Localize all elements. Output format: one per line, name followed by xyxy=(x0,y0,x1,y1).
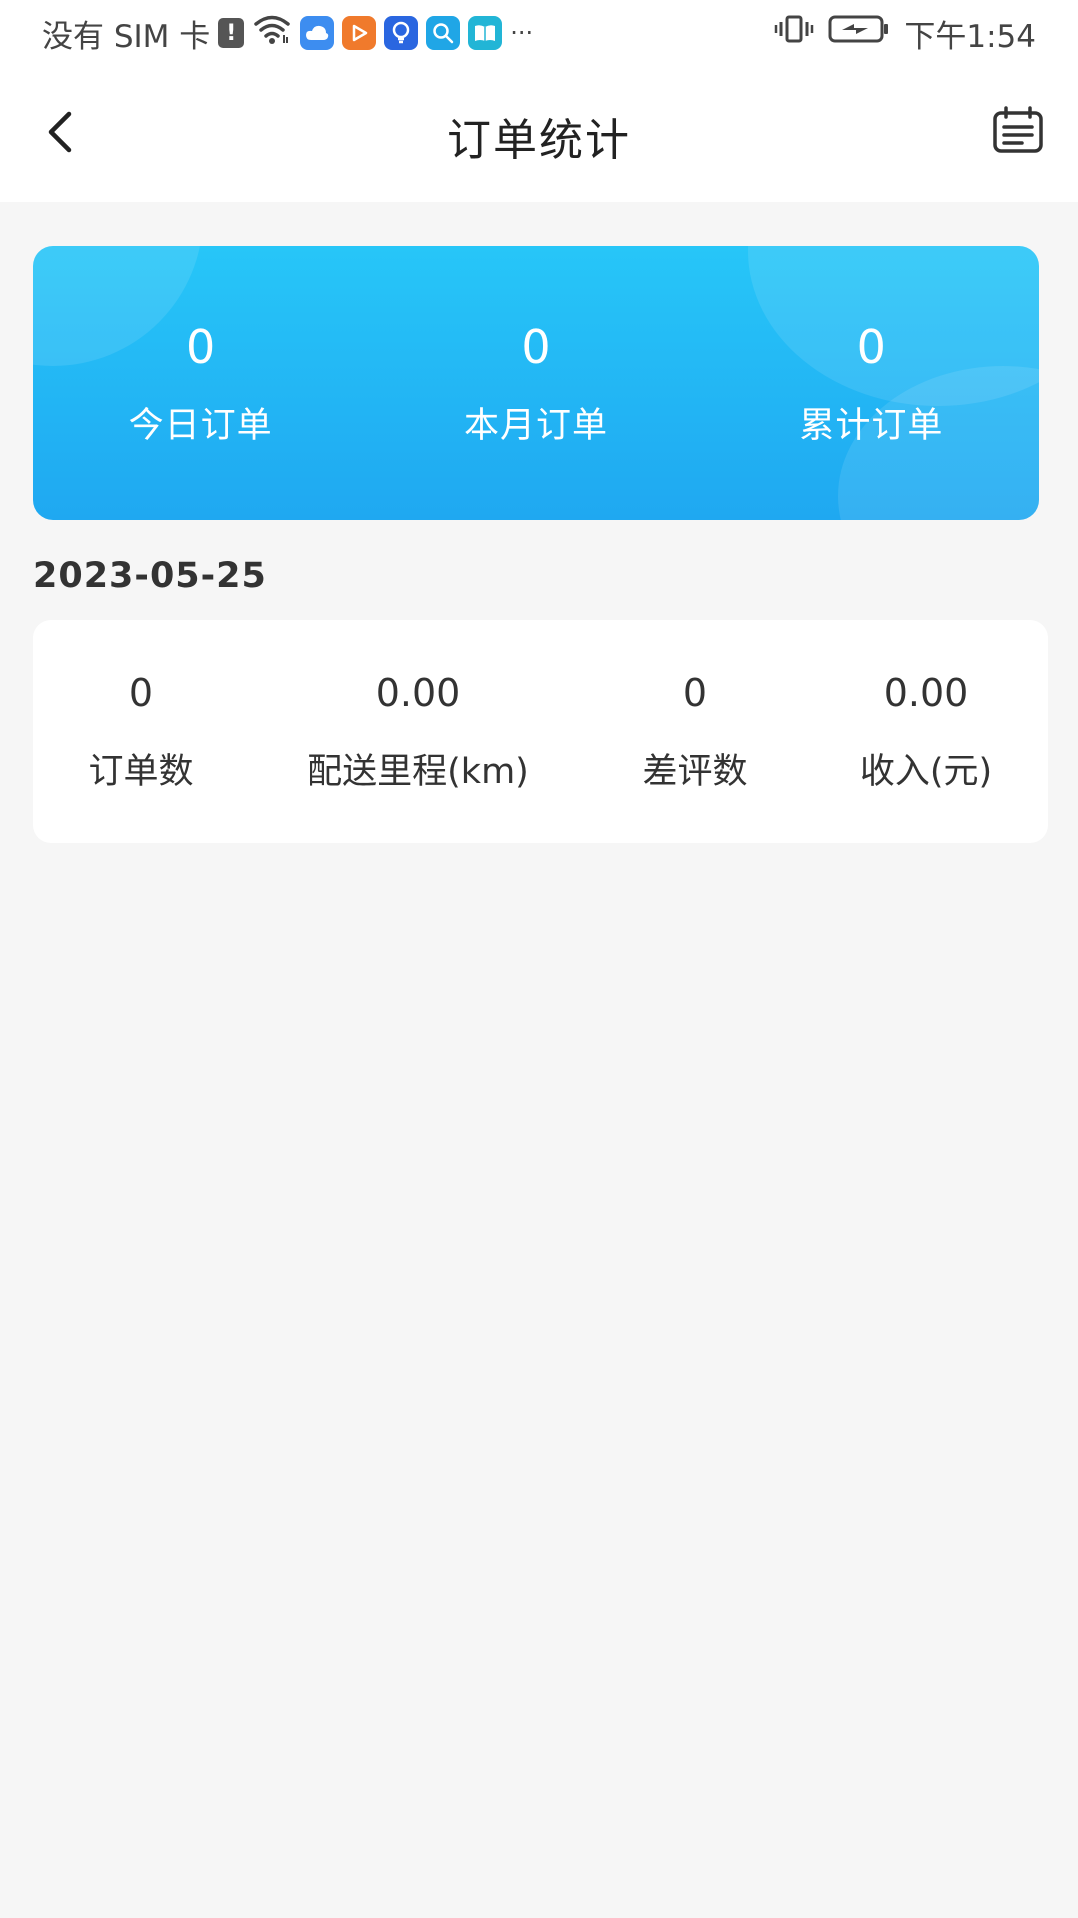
stat-label: 收入(元) xyxy=(859,752,993,792)
search-app-icon xyxy=(426,16,461,50)
stat-value: 0.00 xyxy=(883,671,969,715)
summary-label: 累计订单 xyxy=(799,405,944,446)
video-app-icon xyxy=(342,16,377,50)
summary-value: 0 xyxy=(521,319,551,374)
more-notifications-icon: ··· xyxy=(510,19,534,47)
delivery-distance-stat: 0.00 配送里程(km) xyxy=(307,620,529,843)
stat-label: 订单数 xyxy=(88,752,194,792)
summary-value: 0 xyxy=(186,319,216,374)
summary-label: 今日订单 xyxy=(128,405,273,446)
stat-label: 配送里程(km) xyxy=(307,752,529,792)
date-heading: 2023-05-25 xyxy=(33,556,267,596)
daily-stats-card: 0 订单数 0.00 配送里程(km) 0 差评数 0.00 收入(元) xyxy=(33,620,1048,843)
stat-value: 0 xyxy=(128,671,154,715)
calendar-button[interactable] xyxy=(988,102,1048,162)
summary-value: 0 xyxy=(856,319,886,374)
month-orders[interactable]: 0 本月订单 xyxy=(368,246,703,520)
total-orders[interactable]: 0 累计订单 xyxy=(704,246,1039,520)
summary-label: 本月订单 xyxy=(463,405,608,446)
income-stat: 0.00 收入(元) xyxy=(860,620,992,843)
cloud-app-icon xyxy=(300,16,335,50)
calendar-icon xyxy=(992,106,1044,158)
page-title: 订单统计 xyxy=(447,115,631,166)
stat-label: 差评数 xyxy=(642,752,748,792)
book-app-icon xyxy=(468,16,503,50)
battery-charging-icon xyxy=(828,13,890,53)
order-count-stat: 0 订单数 xyxy=(88,620,193,843)
alert-icon: ! xyxy=(218,18,245,48)
stat-value: 0.00 xyxy=(375,671,461,715)
order-summary-card: 0 今日订单 0 本月订单 0 累计订单 xyxy=(33,246,1039,520)
nav-bar: 订单统计 xyxy=(0,66,1078,202)
bulb-app-icon xyxy=(384,16,419,50)
today-orders[interactable]: 0 今日订单 xyxy=(33,246,368,520)
summary-row: 0 今日订单 0 本月订单 0 累计订单 xyxy=(33,246,1039,520)
stat-value: 0 xyxy=(682,671,708,715)
status-right: 下午1:54 xyxy=(774,12,1036,55)
carrier-text: 没有 SIM 卡 xyxy=(42,18,211,55)
wifi-icon xyxy=(252,13,292,53)
status-left: 没有 SIM 卡 ! ··· xyxy=(42,12,534,55)
clock-text: 下午1:54 xyxy=(904,18,1036,55)
vibrate-icon xyxy=(774,13,814,53)
status-bar: 没有 SIM 卡 ! ··· 下午1:54 xyxy=(0,0,1078,66)
bad-review-stat: 0 差评数 xyxy=(642,620,747,843)
